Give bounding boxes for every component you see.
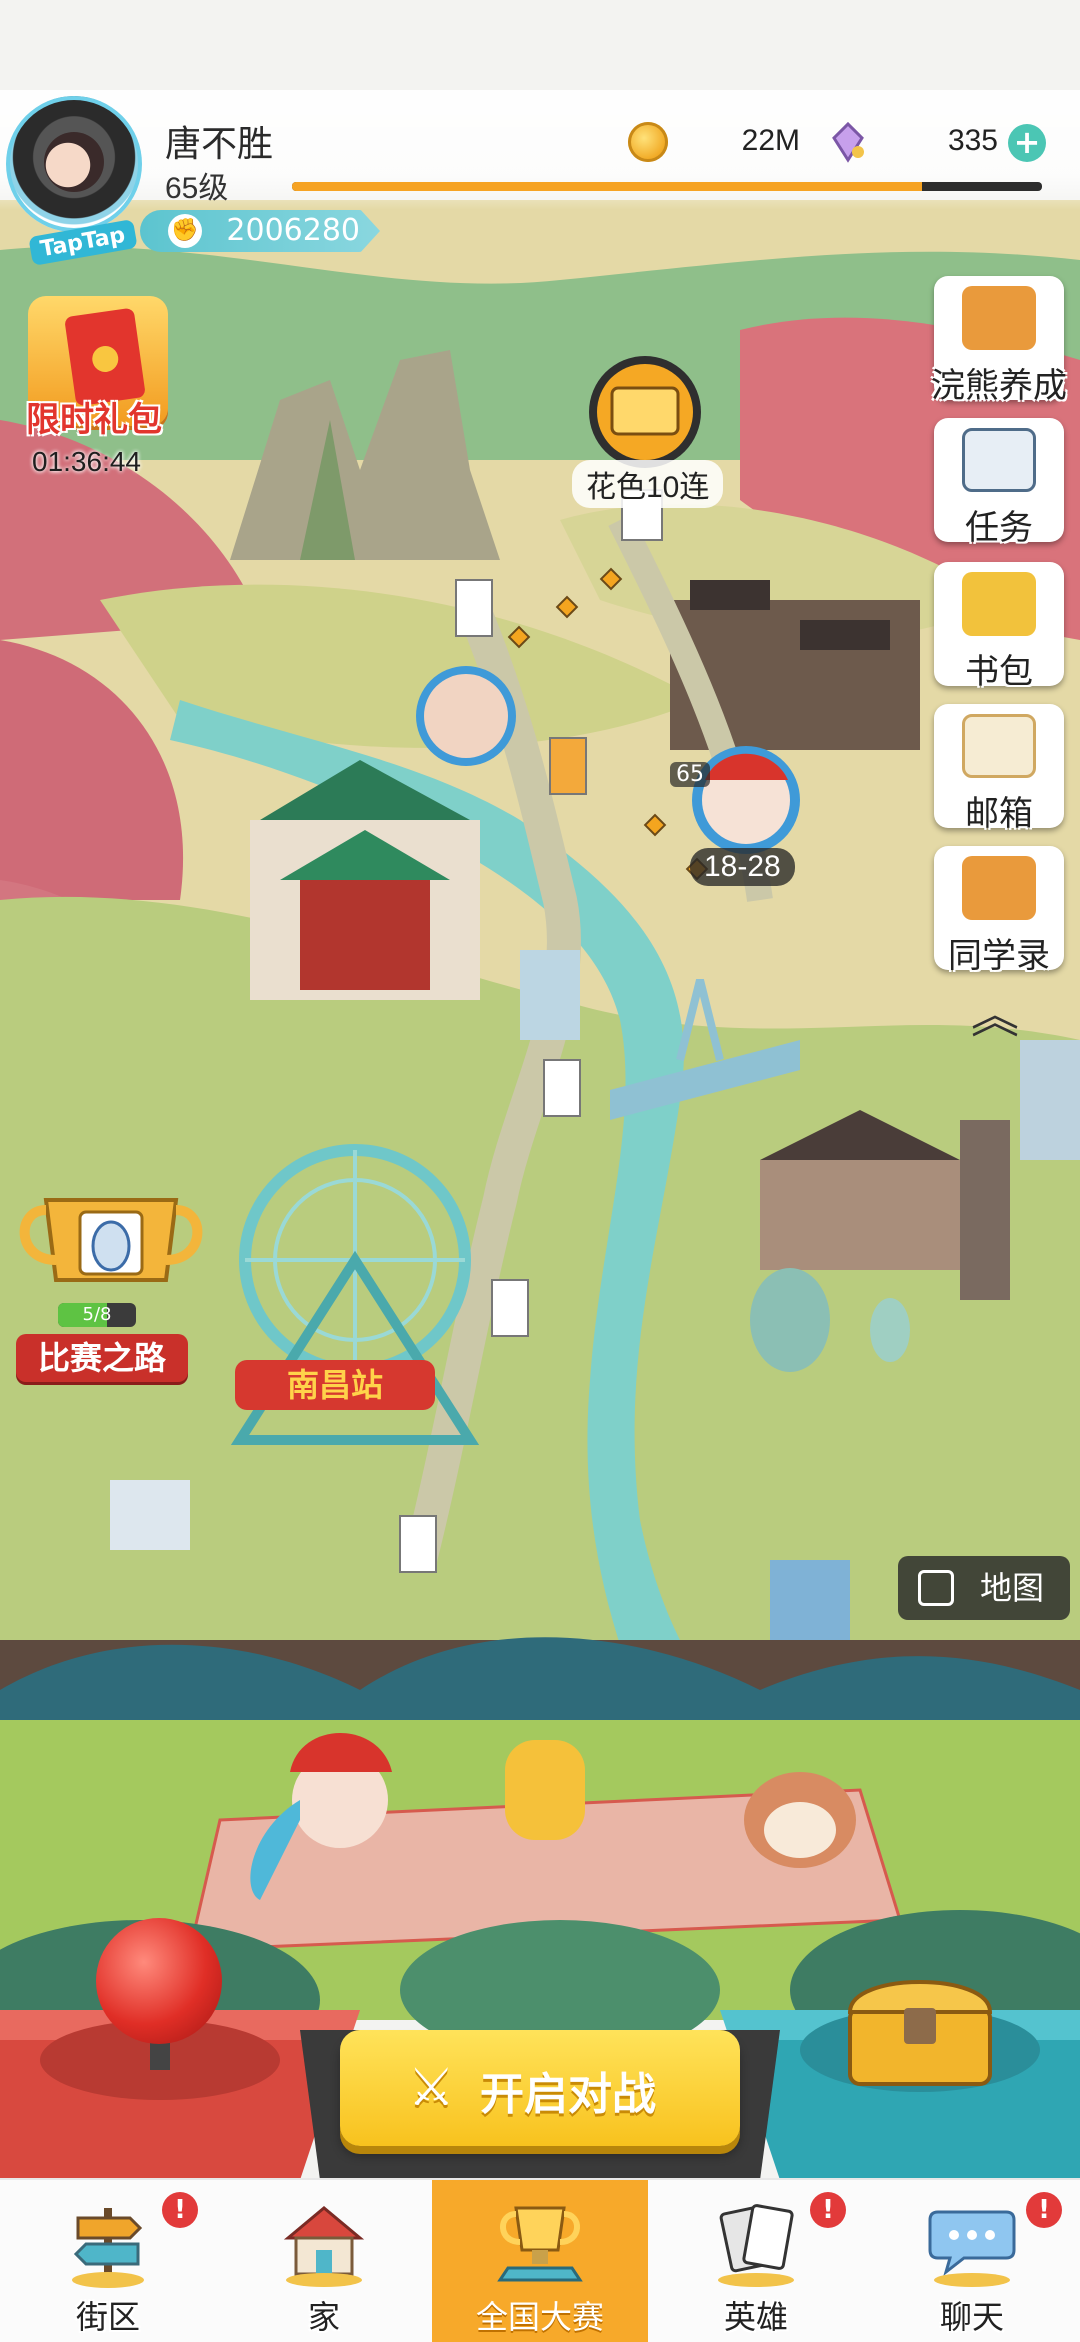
coin-amount: 22M [741, 124, 800, 157]
treasure-chest-icon[interactable] [842, 1968, 998, 2092]
cards-icon [718, 2204, 794, 2287]
nav-label: 英雄 [723, 2299, 788, 2335]
trophy-icon[interactable] [16, 1190, 206, 1310]
side-button-label: 书包 [965, 653, 1033, 691]
fist-icon: ✊ [168, 214, 202, 248]
player-name: 唐不胜 [165, 123, 274, 164]
backpack-icon [962, 572, 1036, 636]
nav-label: 家 [307, 2299, 340, 2335]
side-button-mail[interactable]: 邮箱 [934, 704, 1064, 833]
xp-progress-fill [292, 182, 922, 191]
nav-item-chat[interactable]: 聊天 ! [864, 2180, 1080, 2342]
player-node-range[interactable]: 18-28 [690, 848, 795, 886]
bottom-nav: 街区 ! 家 全国大赛 英雄 ! 聊天 ! [0, 2178, 1080, 2342]
player-level: 65级 [165, 172, 229, 205]
coin-icon [628, 122, 668, 162]
trophy-nav-icon [497, 2206, 583, 2282]
signpost-icon [72, 2208, 144, 2288]
nav-item-home[interactable]: 家 [216, 2180, 432, 2342]
notification-badge: ! [1026, 2192, 1062, 2228]
start-battle-label: 开启对战 [480, 2070, 656, 2119]
crossed-swords-icon: ⚔ [408, 2058, 455, 2118]
house-icon [283, 2206, 365, 2287]
city-sign: 南昌站 [287, 1367, 383, 1403]
envelope-icon [962, 714, 1036, 778]
collapse-menu-chevron-icon[interactable]: ︽ [960, 986, 1030, 1046]
reward-node-label[interactable]: 花色10连 [572, 460, 724, 508]
side-button-raccoon-train[interactable]: 浣熊养成 [931, 276, 1067, 405]
raccoon-book-icon [962, 856, 1036, 920]
trophy-progress-bar: 5/8 [58, 1303, 136, 1327]
player-avatar[interactable] [6, 96, 142, 232]
side-button-bag[interactable]: 书包 [934, 562, 1064, 691]
side-button-tasks[interactable]: 任务 [934, 418, 1064, 547]
nav-label: 全国大赛 [475, 2299, 604, 2335]
chat-bubble-icon [928, 2210, 1016, 2287]
raccoon-icon [962, 286, 1036, 350]
limited-gift-timer: 01:36:44 [32, 446, 141, 477]
race-road-button[interactable]: 比赛之路 [16, 1334, 188, 1382]
map-button-label: 地图 [980, 1570, 1045, 1606]
side-button-classmates[interactable]: 同学录 [934, 846, 1064, 975]
nav-item-street[interactable]: 街区 ! [0, 2180, 216, 2342]
gem-icon [832, 121, 864, 163]
nav-item-contest[interactable]: 全国大赛 [432, 2180, 648, 2342]
gem-amount: 335 [947, 124, 998, 157]
clipboard-icon [962, 428, 1036, 492]
avatar-face [44, 132, 104, 192]
trophy-progress-text: 5/8 [82, 1304, 112, 1325]
nav-label: 聊天 [939, 2299, 1004, 2335]
joystick-icon[interactable] [96, 1918, 222, 2044]
side-button-label: 同学录 [948, 937, 1050, 975]
side-button-label: 浣熊养成 [931, 367, 1067, 405]
notification-badge: ! [810, 2192, 846, 2228]
map-button[interactable]: 地图 [898, 1556, 1070, 1620]
notification-badge: ! [162, 2192, 198, 2228]
start-battle-button[interactable]: ⚔ 开启对战 [340, 2030, 740, 2146]
side-button-label: 任务 [965, 509, 1033, 547]
xp-progress-bar [292, 182, 1042, 191]
player-node-level: 65 [670, 762, 710, 787]
nav-item-heroes[interactable]: 英雄 ! [648, 2180, 864, 2342]
nav-label: 街区 [75, 2299, 140, 2335]
limited-gift-label: 限时礼包 [26, 401, 162, 439]
side-button-label: 邮箱 [965, 795, 1033, 833]
add-gems-button[interactable]: + [1008, 124, 1046, 162]
map-icon [918, 1570, 954, 1606]
